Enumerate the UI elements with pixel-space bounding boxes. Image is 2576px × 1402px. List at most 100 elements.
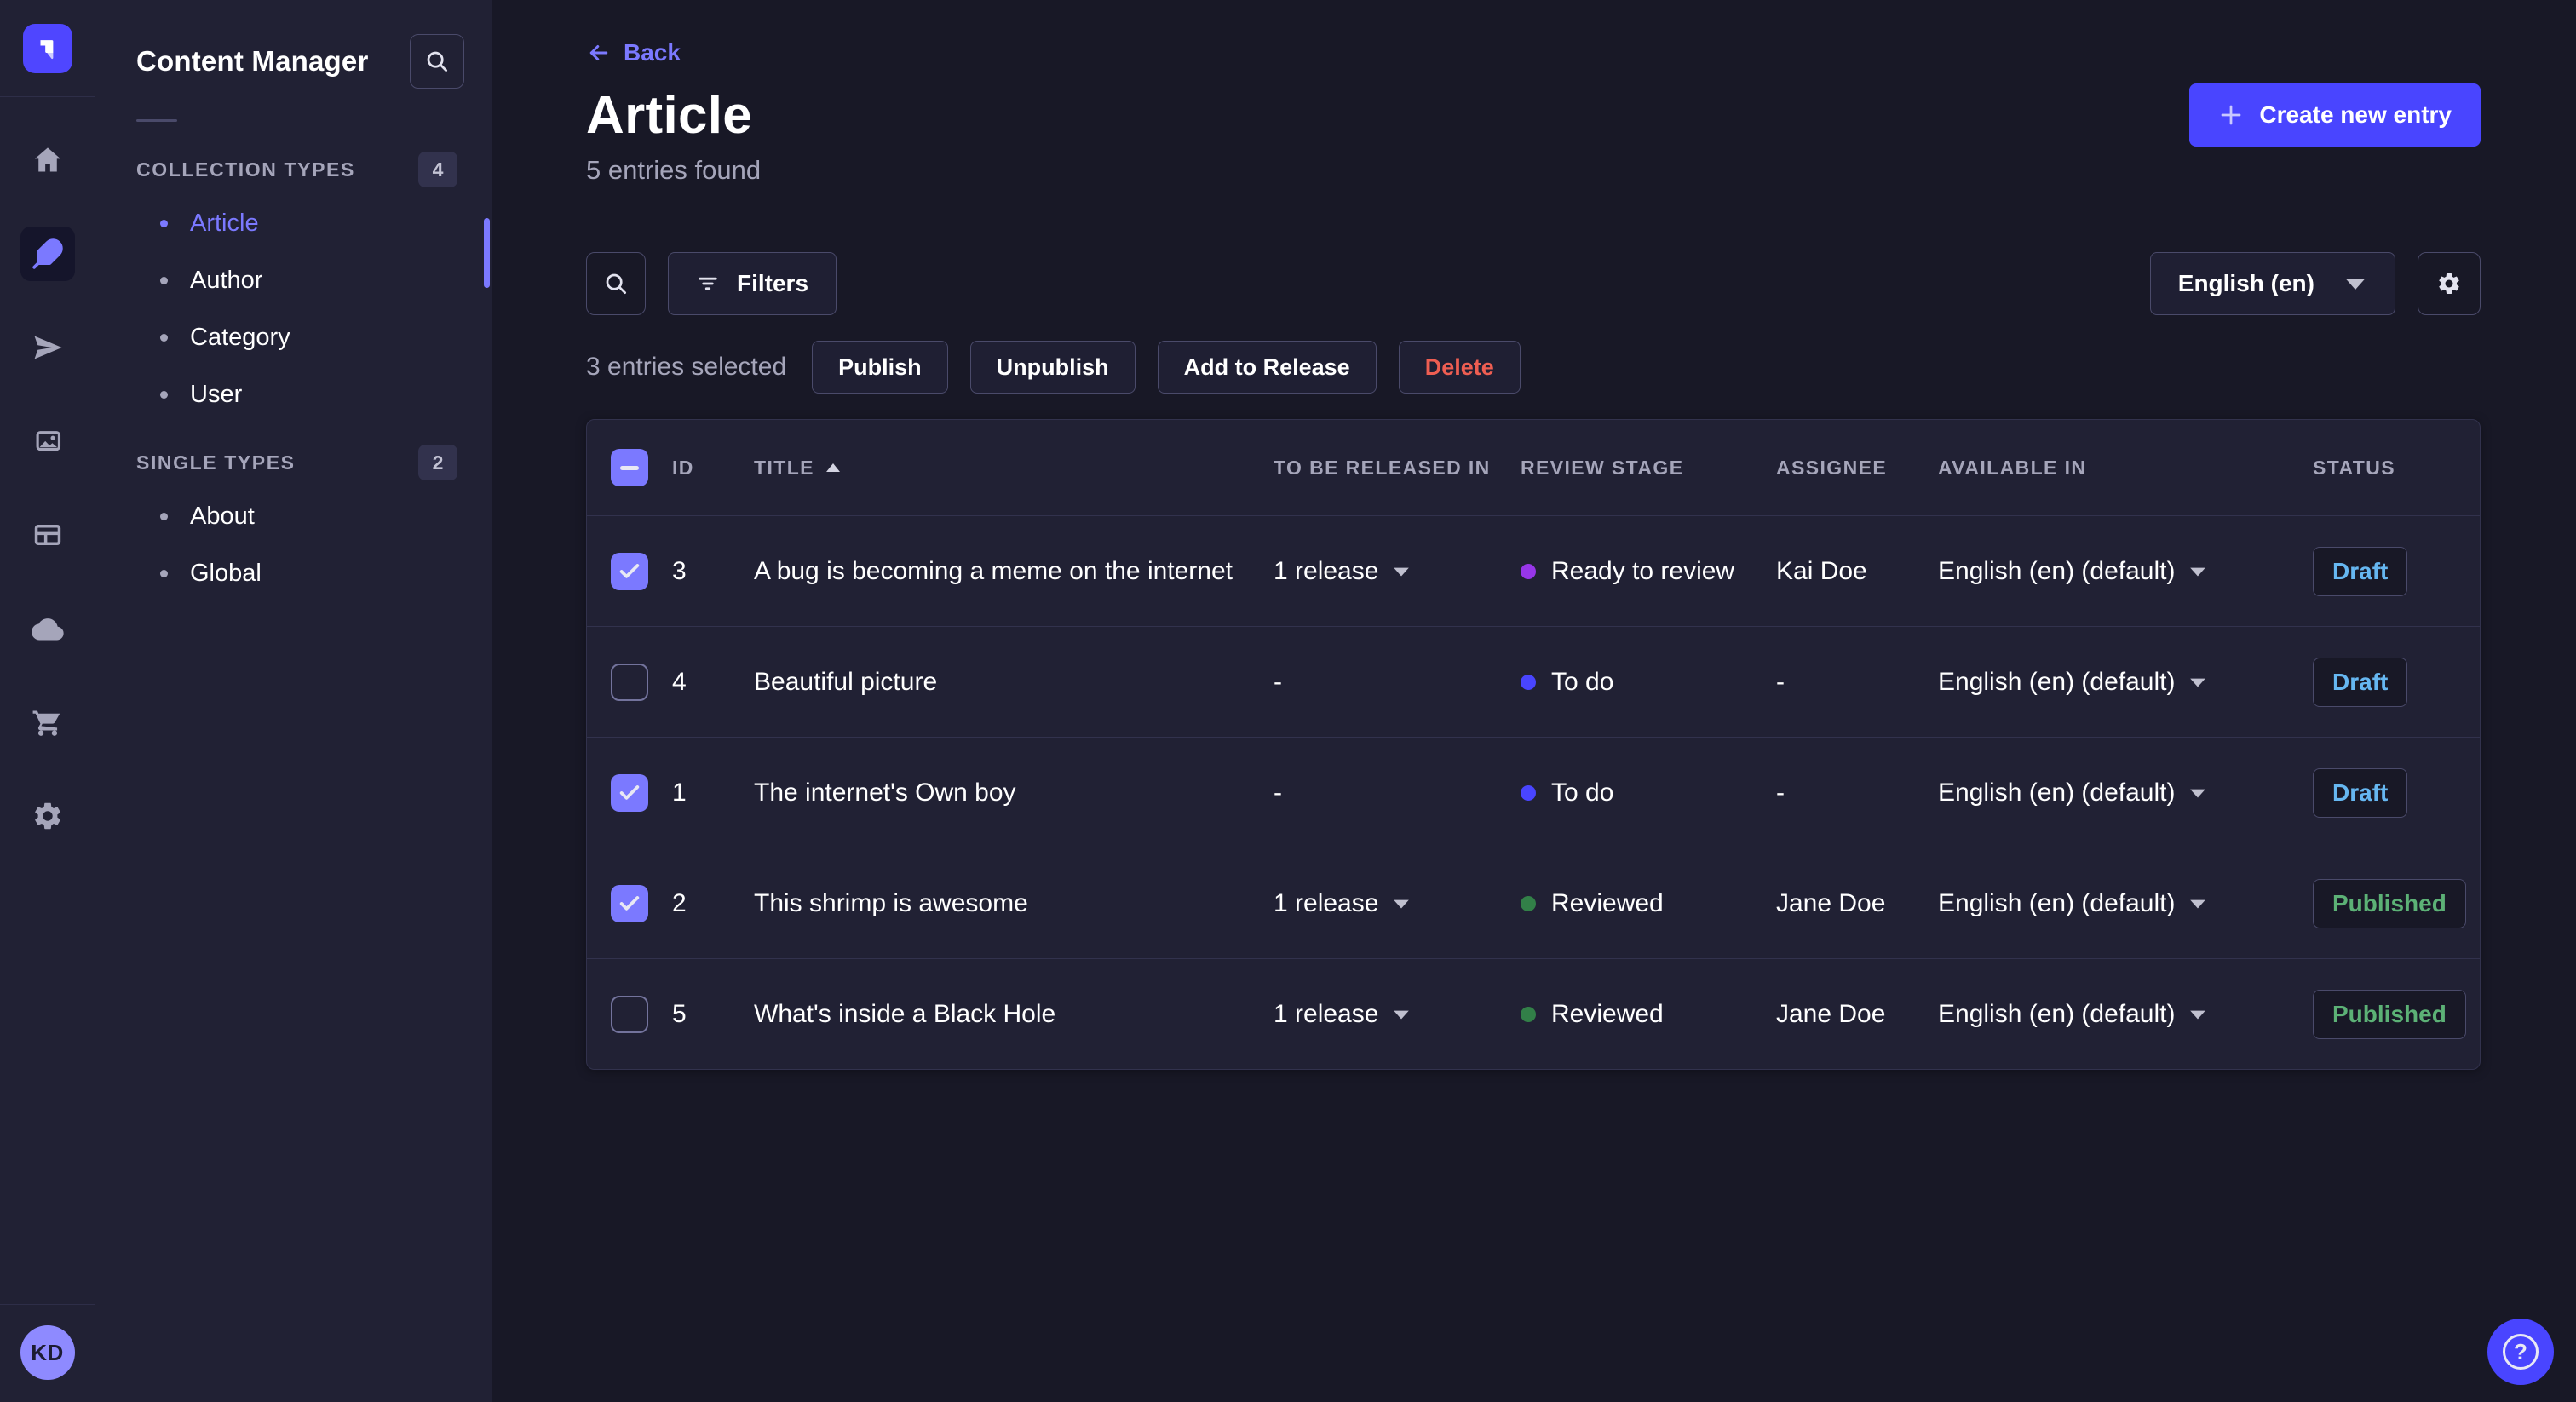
release-dropdown[interactable]: 1 release bbox=[1274, 889, 1521, 918]
review-stage-value: Ready to review bbox=[1551, 556, 1735, 585]
bullet-icon bbox=[160, 277, 168, 284]
user-avatar[interactable]: KD bbox=[20, 1325, 75, 1380]
check-icon bbox=[619, 895, 640, 911]
add-to-release-button[interactable]: Add to Release bbox=[1157, 341, 1377, 394]
entry-id: 3 bbox=[672, 556, 687, 585]
locale-select[interactable]: English (en) bbox=[2149, 252, 2395, 315]
locale-dropdown[interactable]: English (en) (default) bbox=[1938, 1000, 2313, 1029]
status-badge: Published bbox=[2313, 989, 2466, 1039]
rail-bottom: KD bbox=[0, 1304, 95, 1402]
sidebar: Content Manager COLLECTION TYPES 4 Artic… bbox=[95, 0, 492, 1402]
column-header-to-be-released-in: TO BE RELEASED IN bbox=[1274, 456, 1491, 479]
column-header-available-in: AVAILABLE IN bbox=[1938, 456, 2087, 479]
collection-types-count-badge: 4 bbox=[418, 152, 457, 187]
locale-value: English (en) (default) bbox=[1938, 667, 2176, 696]
active-item-indicator[interactable] bbox=[484, 218, 490, 288]
release-dropdown[interactable]: 1 release bbox=[1274, 557, 1521, 586]
row-checkbox[interactable] bbox=[611, 884, 648, 922]
strapi-logo-icon[interactable] bbox=[22, 24, 72, 73]
sidebar-item-article[interactable]: Article bbox=[95, 195, 492, 252]
entry-id: 4 bbox=[672, 667, 687, 696]
delete-button[interactable]: Delete bbox=[1398, 341, 1521, 394]
bullet-icon bbox=[160, 513, 168, 520]
status-badge: Draft bbox=[2313, 546, 2408, 596]
back-label: Back bbox=[624, 39, 681, 66]
release-paper-plane-icon[interactable] bbox=[20, 320, 75, 375]
settings-gear-icon[interactable] bbox=[20, 789, 75, 843]
create-new-entry-button[interactable]: Create new entry bbox=[2189, 83, 2481, 147]
sidebar-item-author[interactable]: Author bbox=[95, 252, 492, 309]
assignee-value: - bbox=[1776, 667, 1785, 696]
chevron-down-icon bbox=[2190, 678, 2206, 687]
select-all-checkbox[interactable] bbox=[611, 449, 648, 486]
bullet-icon bbox=[160, 570, 168, 577]
indeterminate-dash-icon bbox=[620, 465, 639, 470]
sidebar-item-category[interactable]: Category bbox=[95, 309, 492, 366]
content-manager-feather-icon[interactable] bbox=[20, 227, 75, 281]
app-root: KD Content Manager COLLECTION TYPES 4 Ar… bbox=[0, 0, 2576, 1402]
table-row[interactable]: 2 This shrimp is awesome 1 release Revie… bbox=[587, 848, 2480, 958]
review-stage-cell: Reviewed bbox=[1521, 889, 1776, 918]
locale-dropdown[interactable]: English (en) (default) bbox=[1938, 889, 2313, 918]
row-checkbox[interactable] bbox=[611, 552, 648, 590]
sidebar-item-label: Article bbox=[190, 210, 259, 237]
release-dropdown[interactable]: 1 release bbox=[1274, 1000, 1521, 1029]
sidebar-item-about[interactable]: About bbox=[95, 488, 492, 545]
view-settings-button[interactable] bbox=[2418, 252, 2481, 315]
home-icon[interactable] bbox=[20, 133, 75, 187]
table-row[interactable]: 3 A bug is becoming a meme on the intern… bbox=[587, 515, 2480, 626]
sort-by-title-button[interactable]: TITLE bbox=[754, 457, 842, 480]
rail-divider bbox=[0, 96, 95, 97]
marketplace-cart-icon[interactable] bbox=[20, 695, 75, 750]
toolbar: Filters English (en) bbox=[586, 252, 2481, 315]
chevron-down-icon bbox=[1394, 567, 1410, 576]
create-new-entry-label: Create new entry bbox=[2259, 101, 2452, 128]
filters-button[interactable]: Filters bbox=[668, 252, 837, 315]
locale-dropdown[interactable]: English (en) (default) bbox=[1938, 779, 2313, 807]
row-checkbox[interactable] bbox=[611, 995, 648, 1033]
cloud-icon[interactable] bbox=[20, 601, 75, 656]
review-stage-value: Reviewed bbox=[1551, 888, 1664, 917]
entry-title: Beautiful picture bbox=[754, 667, 938, 696]
locale-value: English (en) (default) bbox=[1938, 999, 2176, 1028]
sidebar-item-label: User bbox=[190, 381, 243, 408]
stage-dot-icon bbox=[1521, 1006, 1536, 1022]
table-row[interactable]: 4 Beautiful picture - To do - English (e… bbox=[587, 626, 2480, 737]
publish-button[interactable]: Publish bbox=[812, 341, 948, 394]
locale-dropdown[interactable]: English (en) (default) bbox=[1938, 668, 2313, 697]
rail-bottom-divider bbox=[0, 1304, 95, 1305]
single-types-section: SINGLE TYPES 2 About Global bbox=[95, 444, 492, 602]
sidebar-search-button[interactable] bbox=[410, 34, 464, 89]
back-link[interactable]: Back bbox=[586, 39, 681, 66]
sidebar-item-label: Category bbox=[190, 324, 290, 351]
sidebar-item-label: Author bbox=[190, 267, 263, 294]
single-types-label: SINGLE TYPES bbox=[136, 451, 296, 474]
sidebar-item-user[interactable]: User bbox=[95, 366, 492, 423]
sidebar-item-global[interactable]: Global bbox=[95, 545, 492, 602]
unpublish-button[interactable]: Unpublish bbox=[969, 341, 1136, 394]
entry-id: 2 bbox=[672, 888, 687, 917]
review-stage-value: To do bbox=[1551, 667, 1614, 696]
row-checkbox[interactable] bbox=[611, 663, 648, 701]
media-library-icon[interactable] bbox=[20, 414, 75, 468]
table-header-row: ID TITLE TO BE RELEASED IN REVIEW STAGE … bbox=[587, 420, 2480, 515]
release-value: - bbox=[1274, 667, 1282, 696]
column-header-assignee: ASSIGNEE bbox=[1776, 456, 1888, 479]
assignee-value: Jane Doe bbox=[1776, 999, 1886, 1028]
content-type-builder-icon[interactable] bbox=[20, 508, 75, 562]
stage-dot-icon bbox=[1521, 895, 1536, 911]
row-checkbox[interactable] bbox=[611, 773, 648, 812]
column-header-status: STATUS bbox=[2313, 456, 2395, 479]
collection-types-section: COLLECTION TYPES 4 Article Author Catego… bbox=[95, 151, 492, 423]
table-row[interactable]: 5 What's inside a Black Hole 1 release R… bbox=[587, 958, 2480, 1069]
stage-dot-icon bbox=[1521, 674, 1536, 690]
entry-title: What's inside a Black Hole bbox=[754, 999, 1056, 1028]
stage-dot-icon bbox=[1521, 563, 1536, 579]
table-row[interactable]: 1 The internet's Own boy - To do - Engli… bbox=[587, 737, 2480, 848]
column-header-id: ID bbox=[672, 456, 694, 479]
table-search-button[interactable] bbox=[586, 252, 646, 315]
entry-id: 1 bbox=[672, 778, 687, 807]
help-button[interactable]: ? bbox=[2487, 1319, 2554, 1385]
locale-dropdown[interactable]: English (en) (default) bbox=[1938, 557, 2313, 586]
sidebar-item-label: About bbox=[190, 503, 255, 530]
